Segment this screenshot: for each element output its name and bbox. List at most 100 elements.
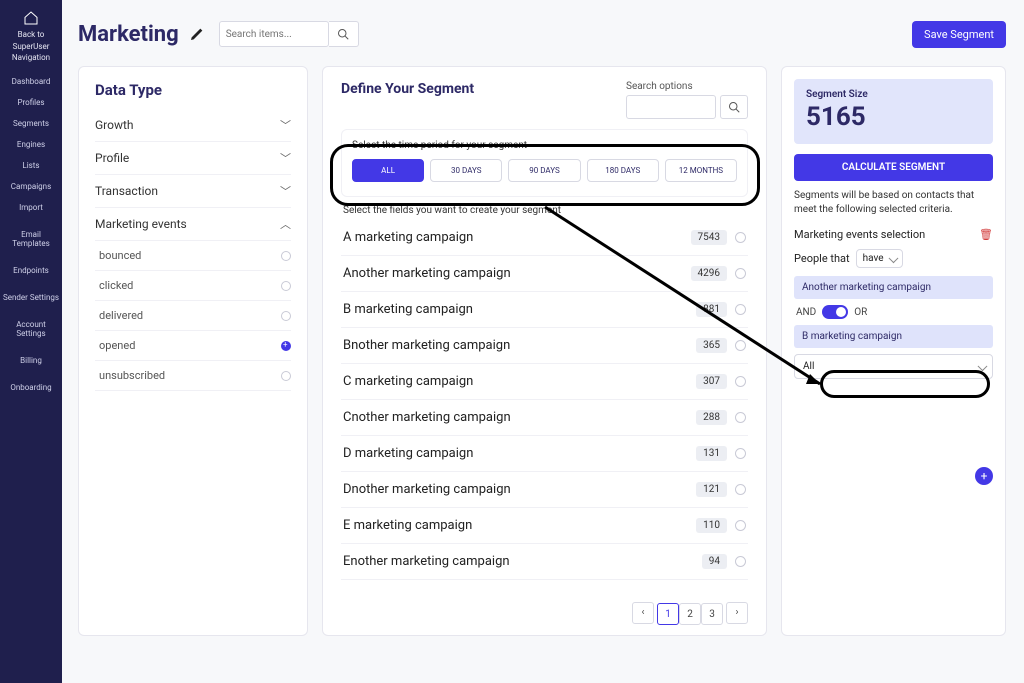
chevron-up-icon: ︿ — [280, 216, 291, 232]
field-name: Enother marketing campaign — [343, 554, 702, 569]
field-radio[interactable] — [735, 268, 746, 279]
criteria-chip-1[interactable]: Another marketing campaign — [794, 276, 993, 299]
category-growth[interactable]: Growth﹀ — [95, 109, 291, 142]
category-profile[interactable]: Profile﹀ — [95, 142, 291, 175]
nav-item-segments[interactable]: Segments — [0, 113, 62, 134]
field-radio[interactable] — [735, 448, 746, 459]
and-or-toggle[interactable] — [822, 305, 848, 319]
nav-item-endpoints[interactable]: Endpoints — [0, 260, 62, 281]
field-count: 4296 — [691, 266, 727, 281]
define-segment-title: Define Your Segment — [341, 81, 474, 97]
radio-icon — [281, 341, 291, 351]
category-transaction[interactable]: Transaction﹀ — [95, 175, 291, 208]
nav-item-account-settings[interactable]: Account Settings — [0, 314, 62, 344]
event-opened[interactable]: opened — [95, 331, 291, 361]
period-12-months[interactable]: 12 MONTHS — [665, 159, 737, 182]
criteria-chip-2[interactable]: B marketing campaign — [794, 325, 993, 348]
field-row[interactable]: B marketing campaign881 — [341, 292, 748, 328]
nav-item-campaigns[interactable]: Campaigns — [0, 176, 62, 197]
segment-summary-panel: Segment Size 5165 CALCULATE SEGMENT Segm… — [781, 66, 1006, 636]
field-radio[interactable] — [735, 484, 746, 495]
delete-criteria-icon[interactable]: 🗑 — [979, 228, 993, 241]
field-name: Another marketing campaign — [343, 266, 691, 281]
category-marketing-events[interactable]: Marketing events︿ — [95, 208, 291, 241]
segment-size-label: Segment Size — [806, 89, 981, 100]
nav-item-email-templates[interactable]: Email Templates — [0, 224, 62, 254]
field-row[interactable]: Another marketing campaign4296 — [341, 256, 748, 292]
field-name: Dnother marketing campaign — [343, 482, 696, 497]
field-row[interactable]: E marketing campaign110 — [341, 508, 748, 544]
search-input[interactable] — [219, 21, 329, 47]
time-period-label: Select the time period for your segment — [352, 140, 737, 151]
field-row[interactable]: A marketing campaign7543 — [341, 220, 748, 256]
event-delivered[interactable]: delivered — [95, 301, 291, 331]
field-row[interactable]: Enother marketing campaign94 — [341, 544, 748, 580]
save-segment-button[interactable]: Save Segment — [912, 21, 1006, 48]
nav-item-import[interactable]: Import — [0, 197, 62, 218]
field-count: 365 — [696, 338, 727, 353]
field-row[interactable]: Cnother marketing campaign288 — [341, 400, 748, 436]
nav-item-profiles[interactable]: Profiles — [0, 92, 62, 113]
home-icon — [23, 10, 39, 26]
nav-item-sender-settings[interactable]: Sender Settings — [0, 287, 62, 308]
field-radio[interactable] — [735, 556, 746, 567]
field-count: 110 — [696, 518, 727, 533]
pager-page-3[interactable]: 3 — [701, 603, 723, 625]
add-criteria-button[interactable]: + — [975, 467, 993, 485]
and-label: AND — [796, 307, 816, 318]
pager-page-1[interactable]: 1 — [657, 603, 679, 625]
field-radio[interactable] — [735, 376, 746, 387]
page-title: Marketing — [78, 22, 179, 47]
radio-icon — [281, 311, 291, 321]
nav-item-lists[interactable]: Lists — [0, 155, 62, 176]
event-clicked[interactable]: clicked — [95, 271, 291, 301]
event-bounced[interactable]: bounced — [95, 241, 291, 271]
criteria-title: Marketing events selection — [794, 228, 925, 241]
period-all[interactable]: ALL — [352, 159, 424, 182]
period-180-days[interactable]: 180 DAYS — [587, 159, 659, 182]
search-icon — [728, 101, 740, 113]
field-radio[interactable] — [735, 412, 746, 423]
data-type-title: Data Type — [95, 81, 291, 99]
search-button[interactable] — [329, 21, 359, 47]
field-radio[interactable] — [735, 232, 746, 243]
have-select[interactable]: have — [856, 249, 903, 268]
search-options-input[interactable] — [626, 95, 716, 119]
period-90-days[interactable]: 90 DAYS — [508, 159, 580, 182]
pager-prev[interactable]: ‹ — [632, 602, 654, 624]
field-row[interactable]: D marketing campaign131 — [341, 436, 748, 472]
pager: ‹ 123 › — [632, 594, 748, 626]
field-row[interactable]: Bnother marketing campaign365 — [341, 328, 748, 364]
nav-item-engines[interactable]: Engines — [0, 134, 62, 155]
field-count: 94 — [702, 554, 727, 569]
field-radio[interactable] — [735, 520, 746, 531]
nav-item-dashboard[interactable]: Dashboard — [0, 71, 62, 92]
field-name: Cnother marketing campaign — [343, 410, 696, 425]
field-name: E marketing campaign — [343, 518, 696, 533]
field-row[interactable]: Dnother marketing campaign121 — [341, 472, 748, 508]
field-radio[interactable] — [735, 340, 746, 351]
or-label: OR — [854, 307, 867, 318]
event-unsubscribed[interactable]: unsubscribed — [95, 361, 291, 391]
all-time-select[interactable]: All — [794, 354, 993, 379]
radio-icon — [281, 251, 291, 261]
chevron-down-icon: ﹀ — [280, 150, 291, 166]
nav-item-onboarding[interactable]: Onboarding — [0, 377, 62, 398]
period-30-days[interactable]: 30 DAYS — [430, 159, 502, 182]
field-row[interactable]: C marketing campaign307 — [341, 364, 748, 400]
segment-note: Segments will be based on contacts that … — [794, 189, 993, 216]
back-to-superuser[interactable]: Back to SuperUser Navigation — [12, 10, 50, 63]
search-options-button[interactable] — [720, 95, 748, 119]
calculate-segment-button[interactable]: CALCULATE SEGMENT — [794, 154, 993, 181]
field-radio[interactable] — [735, 304, 746, 315]
pager-next[interactable]: › — [726, 602, 748, 624]
field-count: 881 — [696, 302, 727, 317]
fields-label: Select the fields you want to create you… — [343, 205, 748, 216]
pager-page-2[interactable]: 2 — [679, 603, 701, 625]
nav-item-billing[interactable]: Billing — [0, 350, 62, 371]
field-count: 307 — [696, 374, 727, 389]
segment-size-value: 5165 — [806, 102, 981, 132]
people-that-label: People that — [794, 252, 850, 265]
edit-icon[interactable] — [189, 26, 205, 42]
field-count: 131 — [696, 446, 727, 461]
